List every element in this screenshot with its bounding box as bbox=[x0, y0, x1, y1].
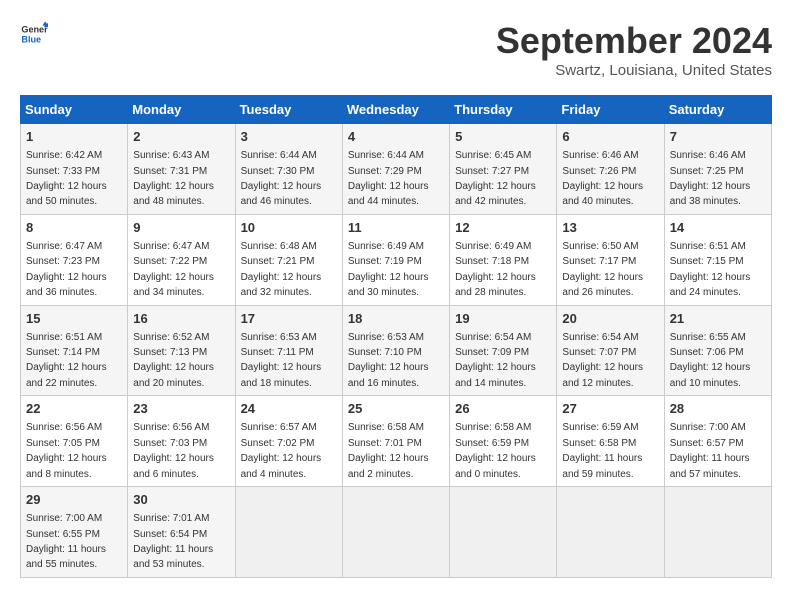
table-row: 20Sunrise: 6:54 AMSunset: 7:07 PMDayligh… bbox=[557, 305, 664, 396]
calendar-week-2: 8Sunrise: 6:47 AMSunset: 7:23 PMDaylight… bbox=[21, 214, 772, 305]
table-row: 30Sunrise: 7:01 AMSunset: 6:54 PMDayligh… bbox=[128, 487, 235, 578]
svg-text:General: General bbox=[21, 25, 48, 35]
table-row: 1Sunrise: 6:42 AMSunset: 7:33 PMDaylight… bbox=[21, 124, 128, 215]
table-row: 25Sunrise: 6:58 AMSunset: 7:01 PMDayligh… bbox=[342, 396, 449, 487]
col-wednesday: Wednesday bbox=[342, 96, 449, 124]
table-row: 21Sunrise: 6:55 AMSunset: 7:06 PMDayligh… bbox=[664, 305, 771, 396]
table-row: 24Sunrise: 6:57 AMSunset: 7:02 PMDayligh… bbox=[235, 396, 342, 487]
col-saturday: Saturday bbox=[664, 96, 771, 124]
table-row bbox=[450, 487, 557, 578]
calendar-week-3: 15Sunrise: 6:51 AMSunset: 7:14 PMDayligh… bbox=[21, 305, 772, 396]
table-row: 29Sunrise: 7:00 AMSunset: 6:55 PMDayligh… bbox=[21, 487, 128, 578]
table-row: 6Sunrise: 6:46 AMSunset: 7:26 PMDaylight… bbox=[557, 124, 664, 215]
table-row: 11Sunrise: 6:49 AMSunset: 7:19 PMDayligh… bbox=[342, 214, 449, 305]
page-header: General Blue September 2024 Swartz, Loui… bbox=[20, 20, 772, 79]
table-row: 27Sunrise: 6:59 AMSunset: 6:58 PMDayligh… bbox=[557, 396, 664, 487]
month-title: September 2024 bbox=[496, 20, 772, 62]
calendar-week-1: 1Sunrise: 6:42 AMSunset: 7:33 PMDaylight… bbox=[21, 124, 772, 215]
calendar-week-5: 29Sunrise: 7:00 AMSunset: 6:55 PMDayligh… bbox=[21, 487, 772, 578]
table-row: 13Sunrise: 6:50 AMSunset: 7:17 PMDayligh… bbox=[557, 214, 664, 305]
calendar-header-row: Sunday Monday Tuesday Wednesday Thursday… bbox=[21, 96, 772, 124]
table-row: 7Sunrise: 6:46 AMSunset: 7:25 PMDaylight… bbox=[664, 124, 771, 215]
table-row: 14Sunrise: 6:51 AMSunset: 7:15 PMDayligh… bbox=[664, 214, 771, 305]
generalblue-logo-icon: General Blue bbox=[20, 20, 48, 48]
table-row: 2Sunrise: 6:43 AMSunset: 7:31 PMDaylight… bbox=[128, 124, 235, 215]
table-row: 28Sunrise: 7:00 AMSunset: 6:57 PMDayligh… bbox=[664, 396, 771, 487]
table-row: 10Sunrise: 6:48 AMSunset: 7:21 PMDayligh… bbox=[235, 214, 342, 305]
col-thursday: Thursday bbox=[450, 96, 557, 124]
table-row bbox=[664, 487, 771, 578]
table-row: 9Sunrise: 6:47 AMSunset: 7:22 PMDaylight… bbox=[128, 214, 235, 305]
table-row: 8Sunrise: 6:47 AMSunset: 7:23 PMDaylight… bbox=[21, 214, 128, 305]
calendar-week-4: 22Sunrise: 6:56 AMSunset: 7:05 PMDayligh… bbox=[21, 396, 772, 487]
logo: General Blue bbox=[20, 20, 48, 48]
table-row: 19Sunrise: 6:54 AMSunset: 7:09 PMDayligh… bbox=[450, 305, 557, 396]
table-row: 5Sunrise: 6:45 AMSunset: 7:27 PMDaylight… bbox=[450, 124, 557, 215]
table-row bbox=[235, 487, 342, 578]
svg-text:Blue: Blue bbox=[21, 34, 41, 44]
table-row: 3Sunrise: 6:44 AMSunset: 7:30 PMDaylight… bbox=[235, 124, 342, 215]
col-sunday: Sunday bbox=[21, 96, 128, 124]
col-monday: Monday bbox=[128, 96, 235, 124]
calendar-table: Sunday Monday Tuesday Wednesday Thursday… bbox=[20, 95, 772, 578]
table-row: 23Sunrise: 6:56 AMSunset: 7:03 PMDayligh… bbox=[128, 396, 235, 487]
table-row: 17Sunrise: 6:53 AMSunset: 7:11 PMDayligh… bbox=[235, 305, 342, 396]
table-row: 4Sunrise: 6:44 AMSunset: 7:29 PMDaylight… bbox=[342, 124, 449, 215]
title-block: September 2024 Swartz, Louisiana, United… bbox=[496, 20, 772, 79]
col-friday: Friday bbox=[557, 96, 664, 124]
table-row: 15Sunrise: 6:51 AMSunset: 7:14 PMDayligh… bbox=[21, 305, 128, 396]
table-row: 12Sunrise: 6:49 AMSunset: 7:18 PMDayligh… bbox=[450, 214, 557, 305]
table-row: 18Sunrise: 6:53 AMSunset: 7:10 PMDayligh… bbox=[342, 305, 449, 396]
table-row: 26Sunrise: 6:58 AMSunset: 6:59 PMDayligh… bbox=[450, 396, 557, 487]
col-tuesday: Tuesday bbox=[235, 96, 342, 124]
table-row bbox=[342, 487, 449, 578]
table-row bbox=[557, 487, 664, 578]
table-row: 22Sunrise: 6:56 AMSunset: 7:05 PMDayligh… bbox=[21, 396, 128, 487]
table-row: 16Sunrise: 6:52 AMSunset: 7:13 PMDayligh… bbox=[128, 305, 235, 396]
location-subtitle: Swartz, Louisiana, United States bbox=[496, 62, 772, 79]
